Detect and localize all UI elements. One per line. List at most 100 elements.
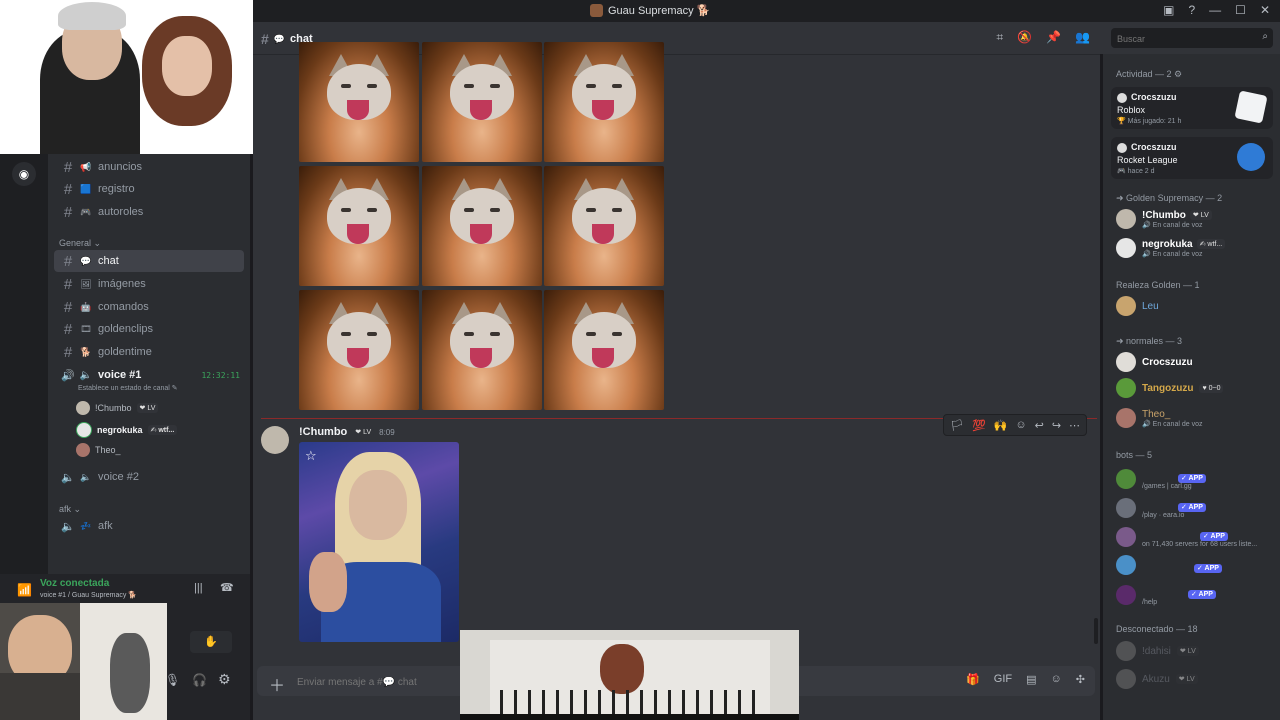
- gift-icon[interactable]: 🎁: [966, 673, 980, 686]
- member-row[interactable]: Crocszuzu: [1116, 352, 1193, 372]
- threads-icon[interactable]: ⌗: [996, 30, 1003, 45]
- activity-game: Rocket League: [1117, 155, 1178, 165]
- reply-icon[interactable]: ↩: [1035, 419, 1044, 432]
- discord-home-icon[interactable]: ◉: [12, 162, 36, 186]
- activity-card[interactable]: Crocszuzu Rocket League 🎮 hace 2 d: [1111, 137, 1273, 179]
- channel-emoji: 🐕: [80, 346, 92, 357]
- message-avatar[interactable]: [261, 426, 289, 454]
- channel-label: anuncios: [98, 161, 143, 173]
- channel-goldenclips[interactable]: # 🎞 goldenclips: [54, 318, 244, 340]
- member-name: Theo_: [1142, 408, 1171, 420]
- channel-imagenes[interactable]: # 🖼 imágenes: [54, 273, 244, 295]
- member-name: Tangozuzu: [1142, 382, 1194, 394]
- channel-emoji: 🤖: [80, 301, 92, 312]
- hash-icon: #: [261, 31, 269, 47]
- cat-image[interactable]: [422, 290, 542, 410]
- cat-image[interactable]: [299, 290, 419, 410]
- voice-channel-2[interactable]: 🔈 🔈 voice #2: [54, 466, 244, 488]
- voice-channel-afk[interactable]: 🔈 💤 afk: [54, 515, 244, 537]
- member-row[interactable]: !Chumbo ❤ LV 🔊 En canal de voz: [1116, 209, 1212, 229]
- channel-registro[interactable]: # 🟦 registro: [54, 178, 244, 200]
- channel-chat[interactable]: # 💬 chat: [54, 250, 244, 272]
- cat-image[interactable]: [544, 290, 664, 410]
- scrollbar[interactable]: [1094, 618, 1098, 644]
- channel-label: voice #1: [98, 369, 142, 381]
- search-icon[interactable]: ⌕: [1262, 31, 1268, 42]
- category-general[interactable]: General ⌄: [59, 238, 101, 249]
- member-list-icon[interactable]: 👥: [1075, 30, 1090, 45]
- attach-plus-icon[interactable]: ＋: [269, 672, 285, 696]
- channel-goldentime[interactable]: # 🐕 goldentime: [54, 341, 244, 363]
- cat-image[interactable]: [544, 42, 664, 162]
- apps-icon[interactable]: ✣: [1076, 673, 1085, 686]
- cat-image[interactable]: [422, 166, 542, 286]
- notifications-muted-icon[interactable]: 🔕: [1017, 30, 1032, 45]
- hash-icon: #: [63, 158, 73, 176]
- message-image[interactable]: ☆: [299, 442, 459, 642]
- pin-icon[interactable]: 📌: [1046, 30, 1061, 45]
- voice-channel-1[interactable]: 🔊 🔈 voice #1 12:32:11: [54, 364, 244, 386]
- cat-image[interactable]: [299, 166, 419, 286]
- signal-icon[interactable]: 📶: [17, 583, 32, 597]
- headphones-icon[interactable]: 🎧: [192, 673, 207, 687]
- bot-row[interactable]: ✓ APP: [1116, 555, 1222, 575]
- voice-user[interactable]: !Chumbo ❤ LV: [76, 401, 159, 415]
- channel-autoroles[interactable]: # 🎮 autoroles: [54, 201, 244, 223]
- cat-image[interactable]: [299, 42, 419, 162]
- bot-row[interactable]: ✓ APP /help: [1116, 584, 1216, 606]
- hundred-reaction-icon[interactable]: 💯: [972, 419, 986, 432]
- voice-user[interactable]: negrokuka ✍ wtf...: [76, 422, 178, 438]
- inbox-icon[interactable]: ▣: [1163, 3, 1174, 17]
- activity-detail: 🎮 hace 2 d: [1117, 168, 1155, 175]
- voice-user[interactable]: Theo_: [76, 443, 121, 457]
- member-row[interactable]: Tangozuzu ♥ 0~0: [1116, 378, 1224, 398]
- star-icon[interactable]: ☆: [305, 448, 317, 464]
- help-icon[interactable]: ?: [1188, 3, 1195, 17]
- avatar: [1116, 585, 1136, 605]
- cat-image[interactable]: [544, 166, 664, 286]
- voice-status[interactable]: Voz conectada: [40, 578, 109, 589]
- rainbow-flag-reaction-icon[interactable]: 🏳: [950, 419, 964, 432]
- speaker-icon: 🔈: [80, 471, 92, 482]
- minimize-button[interactable]: —: [1209, 3, 1221, 17]
- member-row[interactable]: Leu: [1116, 296, 1159, 316]
- member-row[interactable]: Akuzu ❤ LV: [1116, 669, 1198, 689]
- channel-label: afk: [98, 520, 113, 532]
- set-channel-status-link[interactable]: Establece un estado de canal ✎: [78, 384, 178, 392]
- activity-card[interactable]: Crocszuzu Roblox 🏆 Más jugado: 21 h: [1111, 87, 1273, 129]
- message-author[interactable]: !Chumbo: [299, 426, 347, 438]
- channel-comandos[interactable]: # 🤖 comandos: [54, 296, 244, 318]
- emoji-icon[interactable]: ☺: [1051, 673, 1062, 686]
- avatar: [76, 401, 90, 415]
- add-reaction-icon[interactable]: ☺: [1015, 419, 1026, 431]
- hands-reaction-icon[interactable]: 🙌: [994, 419, 1008, 432]
- disconnect-icon[interactable]: ☎: [220, 581, 234, 594]
- cat-image[interactable]: [422, 42, 542, 162]
- sticker-icon[interactable]: ▤: [1026, 673, 1036, 686]
- settings-icon[interactable]: ⚙: [218, 671, 231, 688]
- close-button[interactable]: ✕: [1260, 3, 1270, 17]
- more-icon[interactable]: ⋯: [1069, 419, 1080, 432]
- search-input[interactable]: [1115, 30, 1259, 48]
- avatar: [1116, 352, 1136, 372]
- maximize-button[interactable]: ☐: [1235, 3, 1246, 17]
- category-afk[interactable]: afk ⌄: [59, 504, 81, 515]
- avatar: [76, 422, 92, 438]
- speaker-live-icon: 🔊: [61, 369, 75, 382]
- mic-icon[interactable]: 🎙: [165, 673, 180, 687]
- noise-suppression-icon[interactable]: |||: [194, 582, 203, 594]
- bot-row[interactable]: ✓ APP /games | carl.gg: [1116, 468, 1206, 490]
- overlay-photo-top-left: [0, 0, 253, 154]
- member-row[interactable]: negrokuka ✍ wtf... 🔊 En canal de voz: [1116, 238, 1226, 258]
- member-row[interactable]: !dahisi ❤ LV: [1116, 641, 1199, 661]
- bot-row[interactable]: ✓ APP /play · eara.io: [1116, 497, 1206, 519]
- forward-icon[interactable]: ↪: [1052, 419, 1061, 432]
- channel-anuncios[interactable]: # 📢 anuncios: [54, 156, 244, 178]
- soundboard-button[interactable]: ✋: [190, 631, 232, 653]
- member-row[interactable]: Theo_ 🔊 En canal de voz: [1116, 408, 1202, 428]
- avatar: [1116, 527, 1136, 547]
- avatar: [1116, 378, 1136, 398]
- message-time: 8:09: [379, 427, 395, 437]
- gif-icon[interactable]: GIF: [994, 673, 1012, 686]
- bot-row[interactable]: ✓ APP on 71,430 servers for 68 users lis…: [1116, 526, 1257, 548]
